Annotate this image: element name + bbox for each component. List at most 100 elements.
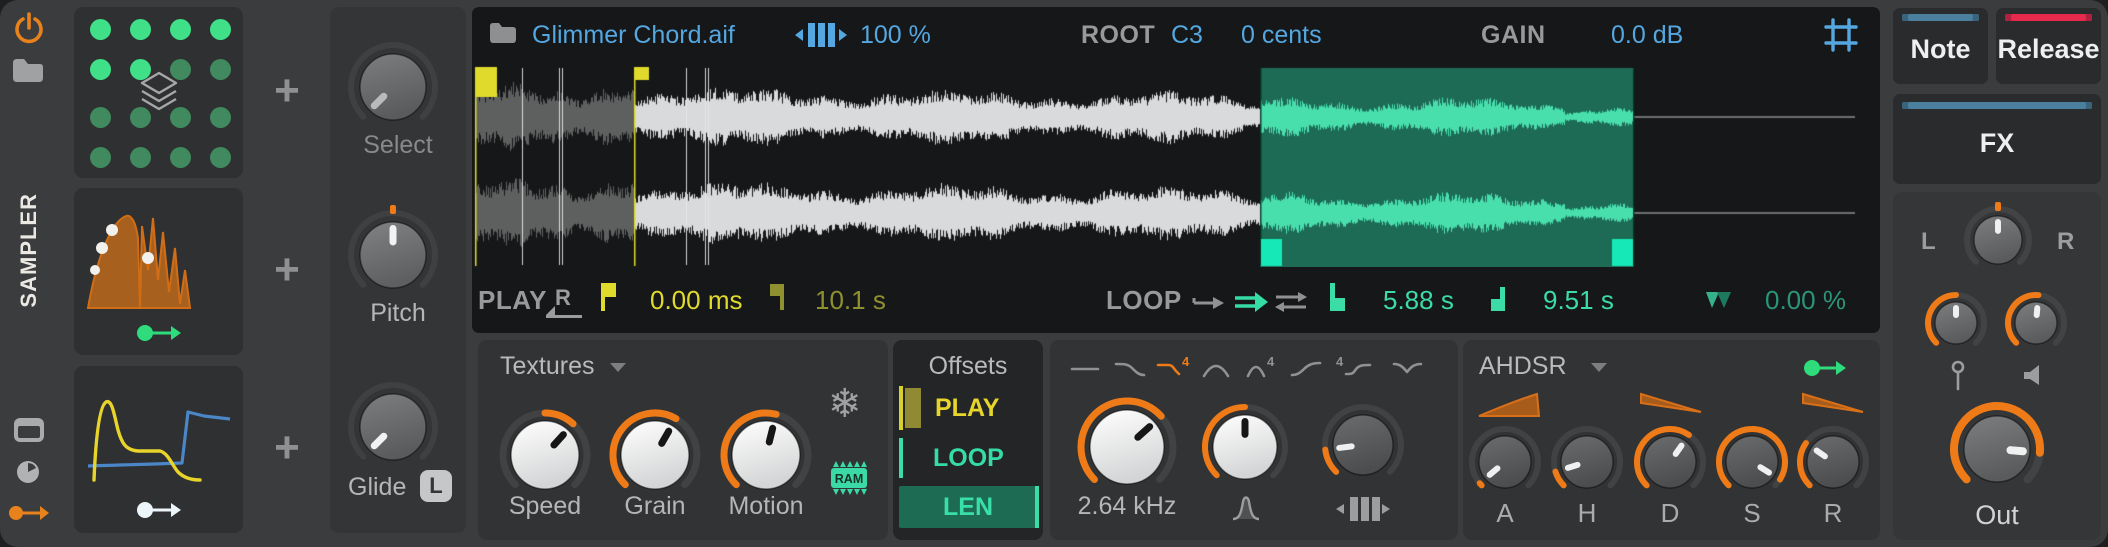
filter-type-hp4-icon[interactable]: 4	[1336, 354, 1372, 376]
svg-text:4: 4	[1336, 354, 1344, 369]
root-note-value[interactable]: C3	[1171, 21, 1203, 50]
layer-grid-dot[interactable]	[169, 146, 191, 168]
modulator-slot-envelope-follower[interactable]	[74, 188, 243, 355]
filter-cutoff-value[interactable]: 2.64 kHz	[1060, 492, 1194, 521]
textures-panel: Textures Speed Grain Motion ❄ RAM	[478, 340, 888, 540]
freeze-icon[interactable]: ❄	[828, 384, 862, 424]
decay-label: D	[1660, 498, 1680, 528]
timebase-clock-icon[interactable]	[15, 459, 41, 485]
speed-knob[interactable]	[495, 405, 595, 505]
mod-out-green-icon[interactable]	[136, 320, 182, 346]
tab-release[interactable]: Release	[1996, 8, 2101, 84]
reverse-icon[interactable]: R	[546, 285, 582, 318]
motion-knob[interactable]	[716, 405, 816, 505]
pitch-knob[interactable]	[343, 205, 443, 305]
tab-note[interactable]: Note	[1893, 8, 1988, 84]
ram-mode-icon[interactable]: RAM	[830, 460, 868, 496]
layer-grid-dot[interactable]	[169, 18, 191, 40]
out-volume-knob[interactable]	[1945, 397, 2049, 501]
decay-knob[interactable]	[1630, 422, 1710, 502]
select-knob-label: Select	[363, 131, 433, 159]
envelope-dropdown-icon[interactable]	[1591, 363, 1607, 372]
loop-crossfade-icon[interactable]	[1703, 289, 1735, 311]
layer-grid-dot[interactable]	[89, 18, 111, 40]
modulator-slot-envelopes[interactable]	[74, 366, 243, 533]
select-knob[interactable]	[343, 37, 443, 137]
add-modulator-button-1[interactable]: +	[252, 245, 322, 295]
filter-keytrack-knob[interactable]	[1317, 399, 1409, 491]
attack-knob[interactable]	[1465, 422, 1545, 502]
layer-grid-dot[interactable]	[89, 58, 111, 80]
layer-grid-dot[interactable]	[209, 146, 231, 168]
envelope-mod-out-icon[interactable]	[1803, 355, 1847, 381]
loop-end-marker-icon[interactable]	[1491, 285, 1507, 311]
filter-cutoff-knob[interactable]	[1073, 393, 1181, 501]
layer-grid-dot[interactable]	[209, 58, 231, 80]
layer-grid-dot[interactable]	[89, 146, 111, 168]
loop-mode-off-icon[interactable]	[1191, 290, 1227, 312]
stretch-keyboard-icon[interactable]	[794, 22, 848, 48]
loop-mode-pingpong-icon[interactable]	[1273, 290, 1309, 314]
filter-type-hp2-icon[interactable]	[1290, 361, 1322, 377]
sustain-knob[interactable]	[1712, 422, 1792, 502]
svg-text:4: 4	[1267, 354, 1275, 369]
filter-type-bp2-icon[interactable]	[1202, 364, 1230, 378]
window-view-icon[interactable]	[13, 417, 45, 443]
grain-knob[interactable]	[605, 405, 705, 505]
layer-grid-slot[interactable]	[74, 7, 243, 178]
filter-type-notch-icon[interactable]	[1392, 362, 1423, 374]
filter-type-bp4-icon[interactable]: 4	[1246, 354, 1275, 378]
layer-grid-dot[interactable]	[209, 18, 231, 40]
offset-play-label: PLAY	[935, 394, 1000, 422]
loop-start-value[interactable]: 5.88 s	[1383, 285, 1454, 316]
offset-len-row[interactable]: LEN	[893, 486, 1043, 528]
zoom-frame-icon[interactable]	[1823, 17, 1859, 53]
play-mode-dropdown-icon[interactable]	[610, 363, 626, 372]
browse-folder-icon[interactable]	[11, 56, 45, 84]
filter-panel: 4 4 4 2.64 kHz	[1050, 340, 1458, 540]
pan-knob[interactable]	[1960, 202, 2036, 278]
hold-knob[interactable]	[1547, 422, 1627, 502]
waveform-display[interactable]	[474, 55, 1878, 267]
play-end-flag-icon[interactable]	[770, 284, 784, 310]
gain-value[interactable]: 0.0 dB	[1611, 21, 1683, 50]
play-mode-title[interactable]: Textures	[500, 352, 594, 381]
layer-grid-dot[interactable]	[89, 106, 111, 128]
velocity-speaker-icon	[2023, 364, 2047, 386]
layer-grid-dot[interactable]	[129, 146, 151, 168]
glide-knob[interactable]	[343, 377, 443, 477]
filter-type-lp2-icon[interactable]	[1114, 362, 1146, 377]
filter-type-lp4-icon[interactable]: 4	[1156, 354, 1190, 376]
layer-grid-dot[interactable]	[209, 106, 231, 128]
stretch-amount-value[interactable]: 100 %	[860, 21, 931, 50]
play-start-value[interactable]: 0.00 ms	[650, 285, 743, 316]
keytrack-amount-knob[interactable]	[1922, 289, 1990, 357]
envelope-title[interactable]: AHDSR	[1479, 352, 1567, 381]
play-end-value[interactable]: 10.1 s	[815, 285, 886, 316]
mod-out-white-icon[interactable]	[136, 497, 182, 523]
attack-shape-icon	[1477, 390, 1541, 418]
loop-mode-forward-icon[interactable]	[1233, 290, 1269, 314]
amp-envelope-panel: AHDSR A H D S R	[1463, 340, 1880, 540]
add-layer-button[interactable]: +	[252, 66, 322, 116]
sample-folder-icon[interactable]	[488, 20, 518, 45]
glide-legato-badge[interactable]: L	[420, 470, 452, 502]
loop-start-marker-icon[interactable]	[1330, 283, 1348, 311]
release-label: R	[1823, 498, 1843, 528]
tab-fx[interactable]: FX	[1893, 94, 2101, 184]
offset-play-row[interactable]: PLAY	[893, 386, 1043, 430]
power-icon[interactable]	[11, 11, 47, 47]
play-start-flag-icon[interactable]	[601, 283, 617, 311]
modulation-route-icon[interactable]	[8, 502, 50, 524]
filter-resonance-knob[interactable]	[1197, 399, 1293, 495]
velocity-amount-knob[interactable]	[2002, 289, 2070, 357]
play-markers-label: PLAY	[478, 285, 547, 315]
release-knob[interactable]	[1793, 422, 1873, 502]
offset-loop-row[interactable]: LOOP	[893, 438, 1043, 478]
loop-crossfade-value[interactable]: 0.00 %	[1765, 285, 1846, 316]
loop-end-value[interactable]: 9.51 s	[1543, 285, 1614, 316]
root-detune-value[interactable]: 0 cents	[1241, 21, 1322, 50]
layer-grid-dot[interactable]	[129, 18, 151, 40]
add-modulator-button-2[interactable]: +	[252, 423, 322, 473]
sample-file-name[interactable]: Glimmer Chord.aif	[532, 21, 735, 50]
